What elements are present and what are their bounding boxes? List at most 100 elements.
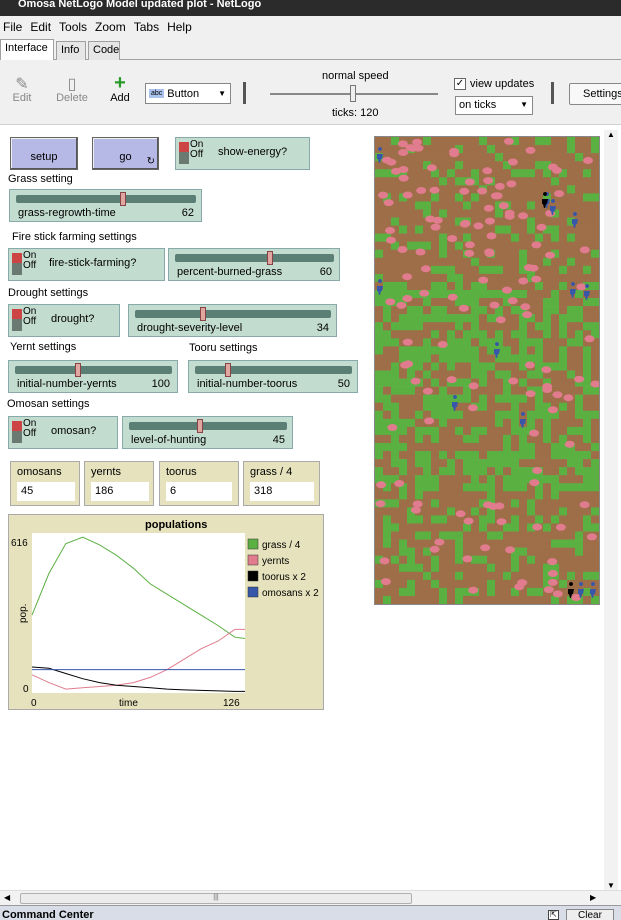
yernt-agent[interactable] <box>449 147 460 155</box>
yernt-agent[interactable] <box>385 227 395 234</box>
world-view[interactable] <box>374 136 601 605</box>
tab-code[interactable]: Code <box>88 41 120 60</box>
yernt-agent[interactable] <box>579 501 590 509</box>
go-button[interactable]: go ↻ <box>92 137 159 170</box>
yernt-agent[interactable] <box>554 190 565 198</box>
setup-button[interactable]: setup <box>10 137 78 170</box>
yernt-agent[interactable] <box>552 391 563 399</box>
yernt-agent[interactable] <box>542 386 553 393</box>
yernt-agent[interactable] <box>576 283 587 291</box>
yernt-agent[interactable] <box>415 248 426 256</box>
drought-switch[interactable]: On Off drought? <box>8 304 120 337</box>
widget-type-select[interactable]: abc Button ▼ <box>145 83 231 104</box>
yernt-agent[interactable] <box>463 517 474 525</box>
view-updates-checkbox[interactable]: ✓ view updates <box>454 78 534 90</box>
yernt-agent[interactable] <box>462 555 473 563</box>
yernt-agent[interactable] <box>402 338 413 346</box>
tab-info[interactable]: Info <box>56 41 86 60</box>
yernt-agent[interactable] <box>496 518 507 526</box>
yernt-agent[interactable] <box>447 293 458 301</box>
yernt-agent[interactable] <box>517 579 528 587</box>
yernt-agent[interactable] <box>426 164 437 172</box>
yernt-agent[interactable] <box>394 480 405 487</box>
yernt-agent[interactable] <box>380 578 391 586</box>
yernt-agent[interactable] <box>525 146 536 154</box>
yernt-agent[interactable] <box>494 182 505 190</box>
yernt-agent[interactable] <box>402 273 413 281</box>
yernt-agent[interactable] <box>412 138 422 146</box>
slider-thumb[interactable] <box>120 192 127 206</box>
delete-button[interactable]: ▯ Delete <box>52 74 92 104</box>
yernt-agent[interactable] <box>403 360 414 368</box>
yernt-agent[interactable] <box>543 586 554 594</box>
level-of-hunting-slider[interactable]: level-of-hunting 45 <box>122 416 293 449</box>
menu-tools[interactable]: Tools <box>56 20 92 34</box>
yernt-agent[interactable] <box>458 304 469 312</box>
yernt-agent[interactable] <box>484 248 495 256</box>
yernt-agent[interactable] <box>382 156 392 164</box>
yernt-agent[interactable] <box>434 538 445 546</box>
yernt-agent[interactable] <box>430 223 441 231</box>
yernt-agent[interactable] <box>529 479 540 487</box>
yernt-agent[interactable] <box>464 178 475 186</box>
yernt-agent[interactable] <box>385 298 396 306</box>
yernt-agent[interactable] <box>422 387 433 395</box>
expand-icon[interactable]: ⇱ <box>548 910 559 920</box>
yernt-agent[interactable] <box>398 174 409 182</box>
initial-number-yernts-slider[interactable]: initial-number-yernts 100 <box>8 360 178 393</box>
yernt-agent[interactable] <box>525 390 536 398</box>
yernt-agent[interactable] <box>507 158 518 166</box>
grass-regrowth-slider[interactable]: grass-regrowth-time 62 <box>9 189 202 222</box>
yernt-agent[interactable] <box>502 286 512 294</box>
slider-thumb[interactable] <box>225 363 232 377</box>
yernt-agent[interactable] <box>564 440 575 448</box>
horizontal-scrollbar[interactable]: ◀ ||| ▶ <box>0 890 621 905</box>
yernt-agent[interactable] <box>398 166 409 173</box>
yernt-agent[interactable] <box>478 276 489 284</box>
yernt-agent[interactable] <box>545 251 556 259</box>
yernt-agent[interactable] <box>416 187 427 194</box>
yernt-agent[interactable] <box>477 187 488 195</box>
yernt-agent[interactable] <box>555 523 566 531</box>
yernt-agent[interactable] <box>402 191 413 199</box>
show-energy-switch[interactable]: On Off show-energy? <box>175 137 310 170</box>
yernt-agent[interactable] <box>410 377 421 385</box>
menu-file[interactable]: File <box>0 20 27 34</box>
yernt-agent[interactable] <box>483 204 494 212</box>
yernt-agent[interactable] <box>529 429 539 437</box>
yernt-agent[interactable] <box>387 424 398 431</box>
yernt-agent[interactable] <box>563 394 574 402</box>
yernt-agent[interactable] <box>480 544 491 552</box>
drought-severity-slider[interactable]: drought-severity-level 34 <box>128 304 337 337</box>
world-canvas[interactable] <box>375 137 601 605</box>
yernt-agent[interactable] <box>486 232 497 240</box>
yernt-agent[interactable] <box>375 500 386 508</box>
yernt-agent[interactable] <box>532 467 543 474</box>
yernt-agent[interactable] <box>492 192 503 200</box>
yernt-agent[interactable] <box>489 301 500 309</box>
yernt-agent[interactable] <box>429 545 440 553</box>
yernt-agent[interactable] <box>464 249 475 257</box>
yernt-agent[interactable] <box>425 215 436 223</box>
yernt-agent[interactable] <box>402 295 413 302</box>
yernt-agent[interactable] <box>536 223 547 231</box>
yernt-agent[interactable] <box>522 311 533 319</box>
yernt-agent[interactable] <box>586 533 597 541</box>
yernt-agent[interactable] <box>495 316 506 324</box>
scroll-left-icon[interactable]: ◀ <box>4 893 10 902</box>
yernt-agent[interactable] <box>518 277 529 285</box>
yernt-agent[interactable] <box>467 404 478 412</box>
yernt-agent[interactable] <box>532 523 543 531</box>
slider-thumb[interactable] <box>199 307 206 321</box>
yernt-agent[interactable] <box>383 199 394 207</box>
yernt-agent[interactable] <box>485 217 495 225</box>
yernt-agent[interactable] <box>424 417 435 425</box>
scroll-right-icon[interactable]: ▶ <box>590 893 596 902</box>
yernt-agent[interactable] <box>503 137 514 145</box>
yernt-agent[interactable] <box>410 506 421 514</box>
yernt-agent[interactable] <box>482 167 493 175</box>
yernt-agent[interactable] <box>505 546 515 554</box>
yernt-agent[interactable] <box>455 510 466 518</box>
yernt-agent[interactable] <box>398 149 409 156</box>
yernt-agent[interactable] <box>547 406 558 414</box>
